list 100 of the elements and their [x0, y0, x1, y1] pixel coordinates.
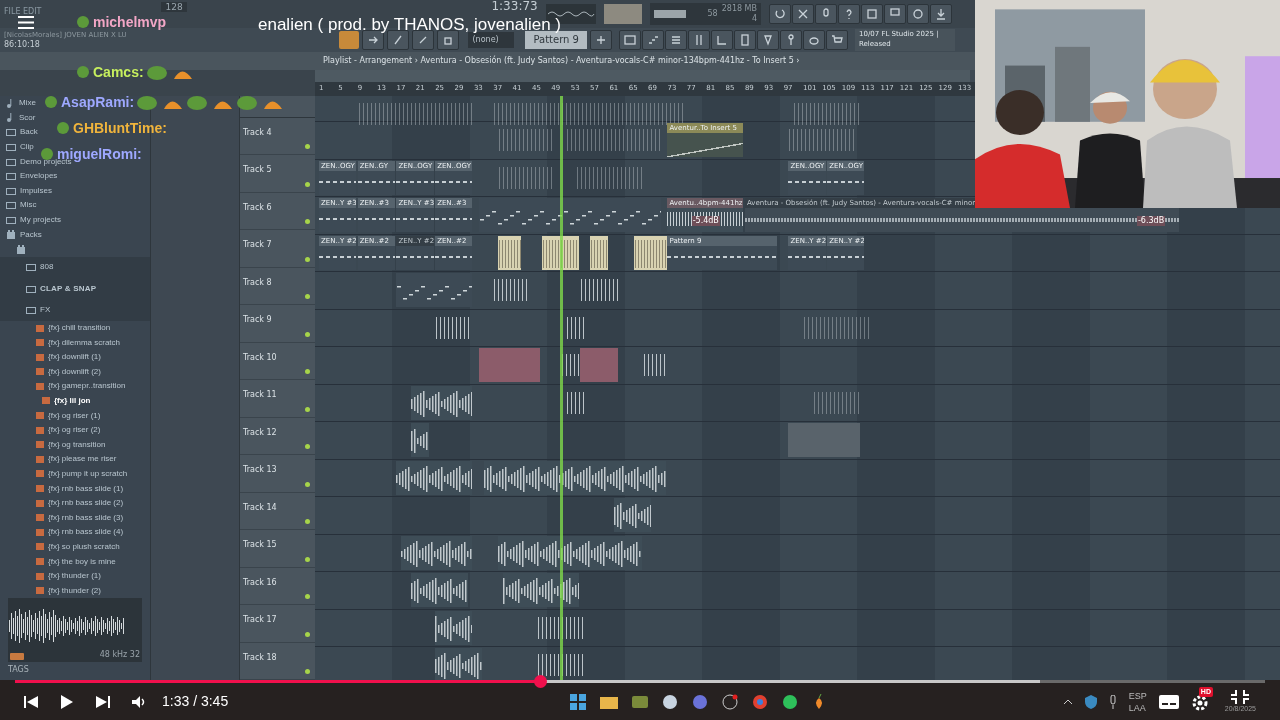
- browser-item[interactable]: Scor: [0, 110, 36, 126]
- input-language[interactable]: ESP: [1128, 689, 1147, 702]
- shield-icon[interactable]: [1084, 694, 1097, 709]
- browser-item[interactable]: {fx} rnb bass slide (1): [0, 481, 124, 496]
- browser-item[interactable]: Impulses: [0, 183, 52, 199]
- download-icon[interactable]: [930, 4, 952, 24]
- audio-clip[interactable]: [410, 573, 468, 607]
- track-enable-icon[interactable]: [305, 144, 310, 149]
- browser-item[interactable]: My projects: [0, 212, 61, 228]
- chat-icon[interactable]: [907, 4, 929, 24]
- track-enable-icon[interactable]: [305, 594, 310, 599]
- audio-clip[interactable]: [498, 535, 642, 570]
- audio-clip[interactable]: [614, 498, 652, 532]
- browser-item[interactable]: {fx} og riser (2): [0, 422, 101, 438]
- pattern-clip[interactable]: [788, 423, 860, 457]
- browser-item[interactable]: Mixe: [0, 96, 36, 111]
- figure-icon[interactable]: [780, 30, 802, 50]
- link-icon[interactable]: [412, 30, 435, 50]
- track-enable-icon[interactable]: [305, 219, 310, 224]
- browser-item[interactable]: Back: [0, 125, 38, 140]
- exit-fullscreen-icon[interactable]: [1231, 690, 1250, 704]
- browser-item[interactable]: {fx} thunder (1): [0, 568, 101, 584]
- folder-icon[interactable]: [600, 694, 619, 709]
- browser-item[interactable]: {fx} og riser (1): [0, 408, 101, 423]
- browser-item[interactable]: {fx} gamepr..transition: [0, 379, 126, 394]
- browser-item[interactable]: {fx} please me riser: [0, 452, 117, 467]
- cart-icon[interactable]: [826, 30, 848, 50]
- plus-icon[interactable]: [590, 30, 612, 50]
- track-enable-icon[interactable]: [305, 631, 310, 637]
- browser-item[interactable]: {fx} og transition: [0, 437, 106, 453]
- audio-clip[interactable]: [435, 648, 483, 682]
- track-enable-icon[interactable]: [305, 444, 310, 449]
- audio-clip[interactable]: [435, 610, 473, 645]
- pattern-clip[interactable]: [580, 348, 618, 382]
- menu-bar[interactable]: FILE EDIT: [4, 6, 42, 18]
- settings-icon[interactable]: [1190, 693, 1209, 712]
- browser-item[interactable]: {fx} thunder (2): [0, 583, 101, 598]
- help-icon[interactable]: [838, 4, 860, 24]
- discord-icon[interactable]: [692, 693, 709, 710]
- cut-icon[interactable]: [792, 4, 814, 24]
- piano-roll-icon[interactable]: [642, 30, 664, 50]
- track-enable-icon[interactable]: [305, 481, 310, 487]
- stamp-icon[interactable]: [437, 30, 460, 50]
- windows-icon[interactable]: [570, 693, 587, 710]
- track-enable-icon[interactable]: [305, 294, 310, 299]
- brush-icon[interactable]: [387, 30, 410, 50]
- audio-clip[interactable]: [396, 460, 473, 495]
- browser-item[interactable]: {fx} pump it up scratch: [0, 466, 128, 482]
- browser-item[interactable]: Envelopes: [0, 168, 58, 184]
- snap-select[interactable]: (none): [468, 32, 515, 48]
- microphone-icon[interactable]: [1108, 694, 1117, 709]
- browser-icon[interactable]: [752, 693, 769, 710]
- browser-item[interactable]: {fx} the boy is mine: [0, 554, 116, 569]
- browser-item[interactable]: {fx} rnb bass slide (4): [0, 525, 124, 540]
- audio-clip[interactable]: [401, 535, 473, 570]
- pattern-clip[interactable]: [590, 235, 608, 270]
- keyboard-layout[interactable]: LAA: [1128, 701, 1147, 714]
- music-app-icon[interactable]: [782, 693, 799, 710]
- browser-item[interactable]: Clip: [0, 139, 34, 155]
- playlist-icon[interactable]: [619, 30, 641, 50]
- chevron-up-icon[interactable]: [1062, 698, 1073, 705]
- steam-icon[interactable]: [662, 693, 679, 710]
- track-enable-icon[interactable]: [305, 669, 310, 674]
- audio-clip[interactable]: [502, 573, 579, 607]
- undo-icon[interactable]: [769, 4, 791, 24]
- microphone-icon[interactable]: [815, 4, 837, 24]
- track-enable-icon[interactable]: [305, 556, 310, 562]
- track-enable-icon[interactable]: [305, 406, 310, 412]
- recorder-icon[interactable]: [722, 693, 739, 710]
- tempo-display[interactable]: 128: [161, 2, 187, 12]
- track-enable-icon[interactable]: [305, 331, 310, 337]
- plugin-icon[interactable]: [757, 30, 779, 50]
- browser-item[interactable]: 808: [0, 256, 150, 278]
- game-icon[interactable]: [632, 694, 649, 709]
- browser-item[interactable]: {fx} so plush scratch: [0, 539, 120, 555]
- track-enable-icon[interactable]: [305, 519, 310, 524]
- browser-item[interactable]: {fx} rnb bass slide (3): [0, 510, 124, 525]
- save-icon[interactable]: [884, 4, 906, 24]
- browser-item[interactable]: Packs: [0, 227, 42, 242]
- play-preview-icon[interactable]: [10, 653, 24, 661]
- document-icon[interactable]: [734, 30, 756, 50]
- play-icon[interactable]: [60, 693, 74, 710]
- audio-clip[interactable]: [410, 423, 429, 457]
- pattern-select[interactable]: Pattern 9: [525, 31, 587, 49]
- browser-icon[interactable]: [711, 30, 733, 50]
- browser-item[interactable]: {fx} downlift (2): [0, 364, 101, 380]
- pattern-clip[interactable]: [478, 348, 541, 382]
- subtitles-icon[interactable]: [1158, 694, 1179, 709]
- next-icon[interactable]: [96, 694, 110, 709]
- browser-item[interactable]: CLAP & SNAP: [0, 277, 150, 300]
- browser-item[interactable]: FX: [0, 299, 150, 321]
- playlist-grid[interactable]: [315, 96, 1280, 680]
- audio-clip[interactable]: [483, 460, 666, 495]
- pattern-clip[interactable]: [498, 235, 521, 270]
- pattern-clip[interactable]: [396, 273, 473, 307]
- save-icon[interactable]: [861, 4, 883, 24]
- browser-item[interactable]: {fx} downlift (1): [0, 349, 101, 365]
- pattern-clip[interactable]: [541, 235, 579, 270]
- browser-item[interactable]: {fx} chill transition: [0, 320, 111, 336]
- track-enable-icon[interactable]: [305, 256, 310, 262]
